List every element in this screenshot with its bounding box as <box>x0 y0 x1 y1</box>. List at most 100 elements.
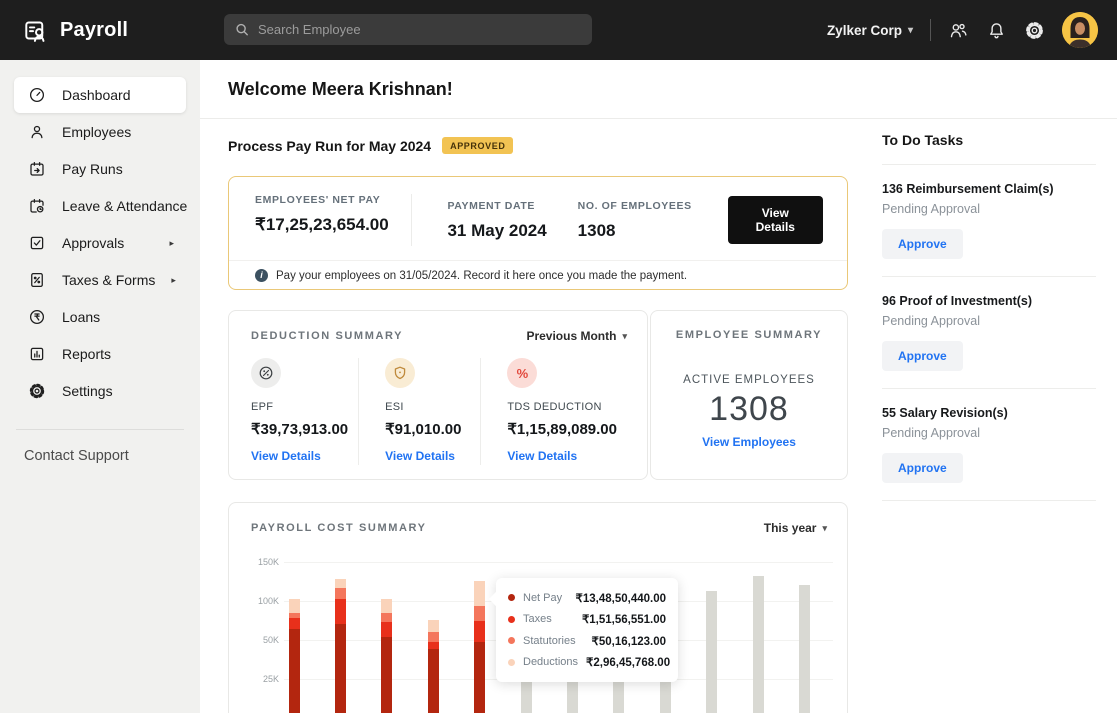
chart-bar-segment <box>427 641 439 650</box>
todo-task-reimbursement: 136 Reimbursement Claim(s) Pending Appro… <box>882 165 1096 277</box>
submenu-chevron-icon <box>171 275 176 286</box>
payrun-card: EMPLOYEES' NET PAY ₹17,25,23,654.00 PAYM… <box>228 176 848 290</box>
tooltip-row: Statutories ₹50,16,123.00 <box>508 630 666 652</box>
sidebar-item-leave-attendance[interactable]: Leave & Attendance <box>14 188 188 224</box>
sidebar-item-label: Reports <box>62 346 112 362</box>
tooltip-series-label: Statutories <box>523 634 576 647</box>
series-dot-icon <box>508 594 515 602</box>
y-tick: 100K <box>257 596 279 606</box>
sidebar-item-label: Leave & Attendance <box>62 198 188 214</box>
card-title: EMPLOYEE SUMMARY <box>675 329 823 341</box>
view-details-button[interactable]: View Details <box>727 196 823 244</box>
sidebar-item-reports[interactable]: Reports <box>14 336 186 372</box>
stat-label: EMPLOYEES' NET PAY <box>255 194 381 206</box>
contact-support-link[interactable]: Contact Support <box>24 448 200 464</box>
chart-bar[interactable] <box>381 598 393 713</box>
dashboard-icon <box>29 87 45 103</box>
chart-bar[interactable] <box>334 579 346 713</box>
deduction-summary-card: DEDUCTION SUMMARY Previous Month EPF ₹39… <box>228 310 648 480</box>
tooltip-series-label: Net Pay <box>523 591 563 604</box>
sidebar-item-pay-runs[interactable]: Pay Runs <box>14 151 186 187</box>
gear-icon[interactable] <box>1024 20 1045 41</box>
tooltip-series-value: ₹1,51,56,551.00 <box>581 614 666 627</box>
year-filter-dropdown[interactable]: This year <box>764 521 827 535</box>
tooltip-row: Net Pay ₹13,48,50,440.00 <box>508 587 666 609</box>
todo-task-investment-proof: 96 Proof of Investment(s) Pending Approv… <box>882 277 1096 389</box>
tooltip-row: Deductions ₹2,96,45,768.00 <box>508 652 670 674</box>
sidebar: Dashboard Employees Pay Runs Leave & Att… <box>0 60 200 713</box>
task-title: 96 Proof of Investment(s) <box>882 294 1033 308</box>
chart-bar-future[interactable] <box>752 576 764 713</box>
task-title: 136 Reimbursement Claim(s) <box>882 182 1054 196</box>
chart-bar-segment <box>381 612 393 623</box>
tooltip-series-value: ₹13,48,50,440.00 <box>575 592 666 605</box>
check-square-icon <box>30 236 44 250</box>
todo-panel: To Do Tasks 136 Reimbursement Claim(s) P… <box>882 132 1096 501</box>
calendar-clock-icon <box>30 198 44 213</box>
app-logo[interactable]: Payroll <box>22 0 128 60</box>
document-percent-icon <box>31 272 43 288</box>
todo-divider <box>882 500 1096 501</box>
epf-icon <box>251 358 281 388</box>
chart-bar[interactable] <box>427 619 439 713</box>
chart-bar-segment <box>288 629 300 713</box>
tooltip-series-value: ₹50,16,123.00 <box>591 635 666 648</box>
chart-bar-future[interactable] <box>798 584 810 713</box>
chart-bar-segment <box>334 579 346 588</box>
users-icon[interactable] <box>948 20 969 41</box>
chart-bar-segment <box>381 598 393 613</box>
chart-bar[interactable] <box>288 598 300 713</box>
month-filter-dropdown[interactable]: Previous Month <box>526 329 627 343</box>
sidebar-item-approvals[interactable]: Approvals <box>14 225 186 261</box>
stat-value: 1308 <box>577 220 616 240</box>
view-employees-link[interactable]: View Employees <box>702 435 796 449</box>
user-avatar[interactable] <box>1062 12 1098 48</box>
payroll-cost-summary-card: PAYROLL COST SUMMARY This year 150K 100K… <box>228 502 848 713</box>
org-switcher[interactable]: Zylker Corp <box>827 23 913 38</box>
avatar-image <box>1062 12 1098 48</box>
deduction-name: EPF <box>251 401 274 413</box>
deduction-esi: ESI ₹91,010.00 View Details <box>358 358 480 465</box>
chart-bar-segment <box>334 624 346 713</box>
task-status: Pending Approval <box>882 314 980 328</box>
sidebar-item-dashboard[interactable]: Dashboard <box>14 77 186 113</box>
status-badge: APPROVED <box>442 137 514 154</box>
sidebar-item-loans[interactable]: Loans <box>14 299 186 335</box>
sidebar-item-settings[interactable]: Settings <box>14 373 186 409</box>
chart-bar-future[interactable] <box>706 590 718 713</box>
employee-search[interactable] <box>224 14 592 45</box>
approve-button[interactable]: Approve <box>882 453 963 483</box>
view-details-link[interactable]: View Details <box>385 449 455 463</box>
approve-button[interactable]: Approve <box>882 341 963 371</box>
stat-value: 31 May 2024 <box>447 220 547 240</box>
active-employees-count: 1308 <box>709 390 789 428</box>
chart-bar[interactable] <box>474 580 486 713</box>
bar-chart-icon <box>30 347 44 361</box>
y-tick: 50K <box>262 635 279 645</box>
sidebar-item-employees[interactable]: Employees <box>14 114 186 150</box>
stat-value: ₹17,25,23,654.00 <box>255 215 389 234</box>
sidebar-item-taxes-forms[interactable]: Taxes & Forms <box>14 262 186 298</box>
sidebar-item-label: Pay Runs <box>62 161 123 177</box>
view-details-link[interactable]: View Details <box>507 449 577 463</box>
search-input[interactable] <box>258 22 581 37</box>
tooltip-series-value: ₹2,96,45,768.00 <box>586 657 671 670</box>
chart-bar-segment <box>474 621 486 642</box>
deduction-amount: ₹91,010.00 <box>385 421 462 438</box>
task-status: Pending Approval <box>882 202 980 216</box>
series-dot-icon <box>508 615 515 623</box>
chart-bar-segment <box>427 632 439 642</box>
card-title: DEDUCTION SUMMARY <box>251 330 404 342</box>
y-tick: 25K <box>262 674 279 684</box>
chart-bar-segment <box>381 622 393 637</box>
bell-icon[interactable] <box>986 20 1007 41</box>
y-tick: 150K <box>257 557 279 567</box>
approve-button[interactable]: Approve <box>882 229 963 259</box>
calendar-arrow-icon <box>30 161 44 176</box>
view-details-link[interactable]: View Details <box>251 449 321 463</box>
tds-percent-icon <box>507 358 538 388</box>
stat-label: NO. OF EMPLOYEES <box>577 199 692 212</box>
topbar: Payroll Zylker Corp <box>0 0 1117 60</box>
page-title: Welcome Meera Krishnan! <box>228 79 453 99</box>
topbar-separator <box>930 19 931 41</box>
